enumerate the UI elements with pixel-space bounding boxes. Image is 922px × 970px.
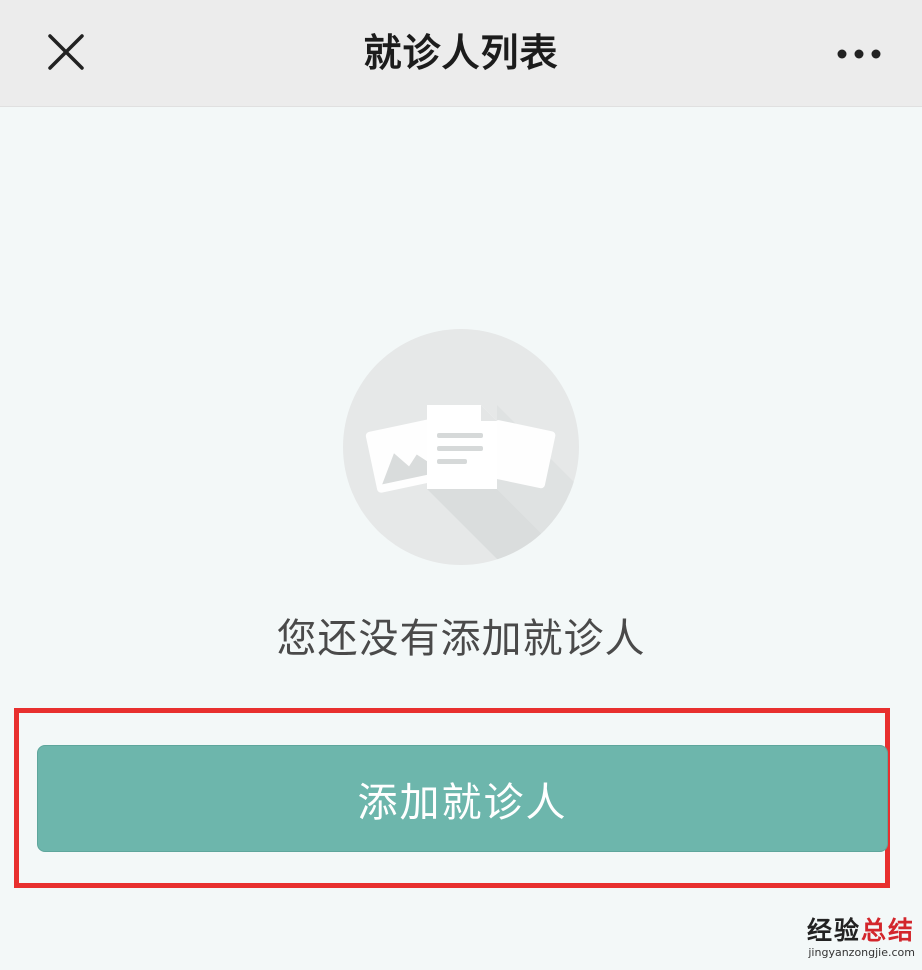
more-icon bbox=[837, 49, 881, 59]
nav-bar: 就诊人列表 bbox=[0, 0, 922, 107]
add-patient-button[interactable]: 添加就诊人 bbox=[37, 745, 888, 852]
document-image-icon bbox=[343, 329, 579, 565]
empty-state-message: 您还没有添加就诊人 bbox=[276, 616, 646, 662]
page-title: 就诊人列表 bbox=[363, 31, 559, 75]
watermark-url: jingyanzongjie.com bbox=[808, 946, 915, 959]
watermark-logo: 经验总结 bbox=[806, 916, 915, 945]
watermark: 经验总结 jingyanzongjie.com bbox=[785, 916, 915, 960]
close-icon bbox=[48, 34, 84, 70]
close-button[interactable] bbox=[36, 22, 96, 82]
more-button[interactable] bbox=[826, 26, 892, 82]
